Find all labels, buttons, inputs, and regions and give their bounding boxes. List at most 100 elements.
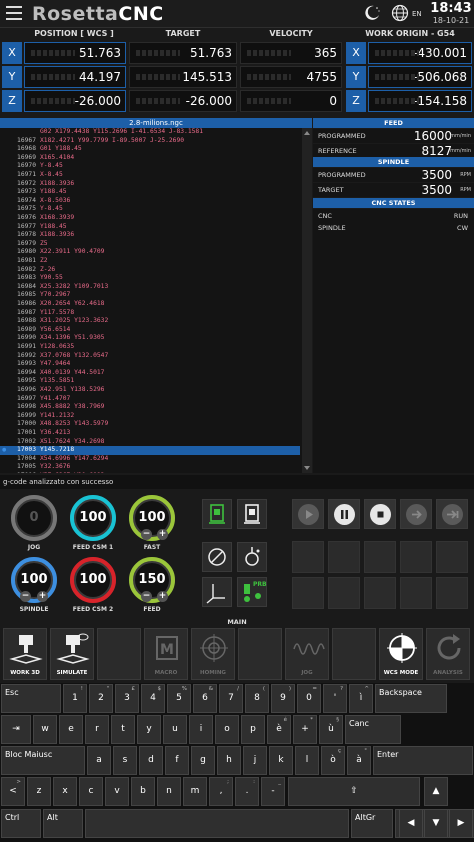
key-7[interactable]: 7/	[219, 684, 243, 713]
key-backspace[interactable]: Backspace	[375, 684, 447, 713]
fast-plus-button[interactable]: +	[157, 529, 168, 540]
gcode-line[interactable]: 16998 X45.8882 Y38.7969	[0, 403, 300, 412]
gcode-line[interactable]: 17003 Y145.7218	[0, 446, 300, 455]
pause-button[interactable]	[328, 499, 360, 529]
empty-slot[interactable]	[400, 541, 432, 573]
key-,[interactable]: ,;	[209, 777, 233, 806]
axis-z-button[interactable]: Z	[2, 90, 22, 112]
key-p[interactable]: p	[241, 715, 265, 744]
gcode-line[interactable]: 16991 Y128.0635	[0, 343, 300, 352]
key-c[interactable]: c	[79, 777, 103, 806]
tab-key[interactable]: ⇥	[1, 715, 31, 744]
key-k[interactable]: k	[269, 746, 293, 775]
feed-minus-button[interactable]: −	[141, 591, 152, 602]
scroll-up-icon[interactable]	[304, 131, 310, 135]
tool-button-4[interactable]	[237, 542, 267, 572]
key-6[interactable]: 6 &	[193, 684, 217, 713]
gcode-line[interactable]: 16979 Z5	[0, 240, 300, 249]
key-h[interactable]: h	[217, 746, 241, 775]
gcode-line[interactable]: 17002 X51.7624 Y34.2698	[0, 438, 300, 447]
homing-button[interactable]: HOMING	[191, 628, 235, 680]
key-b[interactable]: b	[131, 777, 155, 806]
key-u[interactable]: u	[163, 715, 187, 744]
origin-axis-x-button[interactable]: X	[346, 42, 366, 64]
key-g[interactable]: g	[191, 746, 215, 775]
key-5[interactable]: 5%	[167, 684, 191, 713]
gcode-line[interactable]: 16972 X188.3936	[0, 180, 300, 189]
key-'[interactable]: '?	[323, 684, 347, 713]
key-m[interactable]: m	[183, 777, 207, 806]
stop-button[interactable]	[364, 499, 396, 529]
gcode-line[interactable]: 16969 X165.4104	[0, 154, 300, 163]
key-1[interactable]: 1!	[63, 684, 87, 713]
key-9[interactable]: 9)	[271, 684, 295, 713]
key-r[interactable]: r	[85, 715, 109, 744]
key-è[interactable]: èé	[267, 715, 291, 744]
origin-axis-z-button[interactable]: Z	[346, 90, 366, 112]
gcode-line[interactable]: 16987 Y117.5578	[0, 309, 300, 318]
gcode-line[interactable]: 16999 Y141.2132	[0, 412, 300, 421]
key-bloc-maiusc[interactable]: Bloc Maiusc	[1, 746, 85, 775]
gcode-line[interactable]: 16980 X22.3911 Y90.4709	[0, 248, 300, 257]
jog-button[interactable]: JOG	[285, 628, 329, 680]
work-3d-button[interactable]: WORK 3D	[3, 628, 47, 680]
key-l[interactable]: l	[295, 746, 319, 775]
empty-slot[interactable]	[292, 577, 324, 609]
simulate-button[interactable]: SIMULATE	[50, 628, 94, 680]
main-empty-button[interactable]	[97, 628, 141, 680]
key-o[interactable]: o	[215, 715, 239, 744]
gcode-line[interactable]: 17001 Y36.4213	[0, 429, 300, 438]
key-n[interactable]: n	[157, 777, 181, 806]
key-alt[interactable]: Alt	[43, 809, 83, 838]
key-x[interactable]: x	[53, 777, 77, 806]
empty-slot[interactable]	[328, 541, 360, 573]
spindle-plus-button[interactable]: +	[37, 591, 48, 602]
key--[interactable]: - _	[261, 777, 285, 806]
empty-slot[interactable]	[436, 577, 468, 609]
arrow-right-key[interactable]: ▶	[449, 809, 473, 838]
gcode-line[interactable]: 16976 X168.3939	[0, 214, 300, 223]
key-space[interactable]	[85, 809, 349, 838]
key-+[interactable]: + *	[293, 715, 317, 744]
gcode-line[interactable]: 16990 X34.1396 Y51.9305	[0, 334, 300, 343]
key-ì[interactable]: ì ^	[349, 684, 373, 713]
key-j[interactable]: j	[243, 746, 267, 775]
gcode-line[interactable]: 16983 Y90.55	[0, 274, 300, 283]
gcode-line[interactable]: 16973 Y188.45	[0, 188, 300, 197]
macro-button[interactable]: M MACRO	[144, 628, 188, 680]
gcode-line[interactable]: 16978 X188.3936	[0, 231, 300, 240]
main-empty-button[interactable]	[238, 628, 282, 680]
probe-button[interactable]: PRB	[237, 577, 267, 607]
key-ctrl[interactable]: Ctrl	[1, 809, 41, 838]
gcode-line[interactable]: 16984 X25.3282 Y109.7013	[0, 283, 300, 292]
key-0[interactable]: 0 =	[297, 684, 321, 713]
arrow-up-key[interactable]: ▲	[424, 777, 448, 806]
origin-axis-y-button[interactable]: Y	[346, 66, 366, 88]
key-a[interactable]: a	[87, 746, 111, 775]
gcode-line[interactable]: 16996 X42.951 Y138.5296	[0, 386, 300, 395]
key-t[interactable]: t	[111, 715, 135, 744]
key-4[interactable]: 4 $	[141, 684, 165, 713]
gcode-line[interactable]: G02 X179.4438 Y115.2696 I-41.6534 J-83.1…	[0, 128, 300, 137]
key-2[interactable]: 2 "	[89, 684, 113, 713]
axis-y-button[interactable]: Y	[2, 66, 22, 88]
gcode-line[interactable]: 16992 X37.0768 Y132.0547	[0, 352, 300, 361]
gcode-line[interactable]: 16968 G01 Y188.45	[0, 145, 300, 154]
empty-slot[interactable]	[328, 577, 360, 609]
gcode-line[interactable]: 16974 X-8.5036	[0, 197, 300, 206]
tool-button-2[interactable]	[237, 499, 267, 529]
main-empty-button[interactable]	[332, 628, 376, 680]
key-d[interactable]: d	[139, 746, 163, 775]
gcode-line[interactable]: 16977 Y188.45	[0, 223, 300, 232]
tool-button-1[interactable]	[202, 499, 232, 529]
scroll-down-icon[interactable]	[304, 466, 310, 470]
gcode-line[interactable]: 16995 Y135.5851	[0, 377, 300, 386]
arrow-left-key[interactable]: ◀	[399, 809, 423, 838]
empty-slot[interactable]	[436, 541, 468, 573]
gcode-line[interactable]: 16981 Z2	[0, 257, 300, 266]
key-z[interactable]: z	[27, 777, 51, 806]
key-s[interactable]: s	[113, 746, 137, 775]
empty-slot[interactable]	[364, 577, 396, 609]
gcode-line[interactable]: 16988 X31.2025 Y123.3632	[0, 317, 300, 326]
key-altgr[interactable]: AltGr	[351, 809, 393, 838]
